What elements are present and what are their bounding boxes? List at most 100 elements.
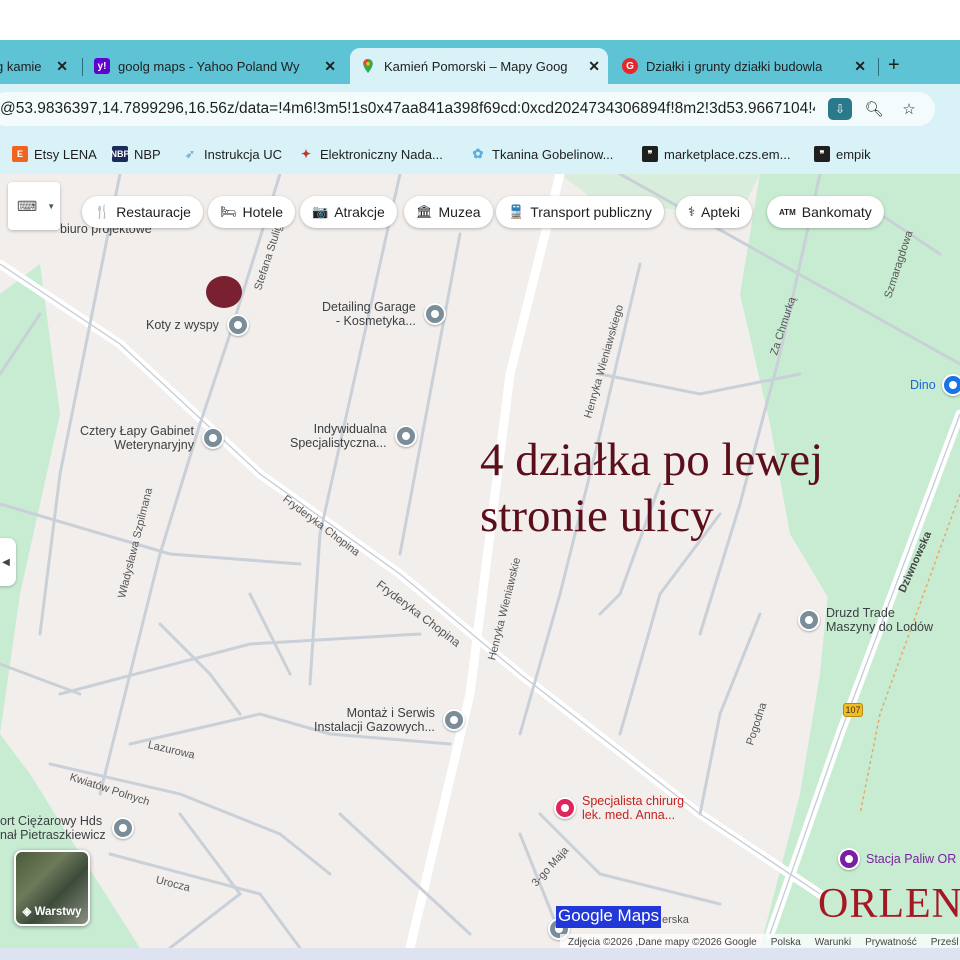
chip-label: Apteki	[701, 204, 740, 220]
tab-gratka[interactable]: G Działki i grunty działki budowla ✕	[622, 48, 874, 84]
hotel-icon: 🛏	[220, 204, 237, 219]
bookmark-instrukcja[interactable]: ➶ Instrukcja UC	[182, 144, 282, 164]
street-label: erska	[662, 914, 689, 926]
feedback-link[interactable]: Prześl	[931, 937, 959, 948]
tab-separator	[878, 58, 879, 76]
chip-atrakcje[interactable]: 📷 Atrakcje	[300, 196, 397, 228]
poi-stacja-paliw[interactable]: Stacja Paliw OR	[838, 848, 956, 870]
tab-strip: g kamie ✕ y! goolg maps - Yahoo Poland W…	[0, 40, 960, 84]
chip-label: Restauracje	[116, 204, 191, 220]
chip-muzea[interactable]: 🏛 Muzea	[404, 196, 493, 228]
camera-icon: 📷	[312, 204, 329, 219]
bookmark-marketplace[interactable]: ❞ marketplace.czs.em...	[642, 144, 790, 164]
place-pin-icon[interactable]	[226, 314, 249, 336]
train-icon: 🚆	[508, 204, 525, 219]
attribution-text: Zdjęcia ©2026 ,Dane mapy ©2026 Google	[568, 936, 757, 948]
chip-label: Muzea	[438, 204, 481, 220]
bottom-bar	[0, 948, 960, 960]
place-pin-icon[interactable]	[423, 303, 446, 325]
privacy-link[interactable]: Prywatność	[865, 937, 917, 948]
poi-label: Koty z wyspy	[146, 318, 219, 332]
close-icon[interactable]: ✕	[588, 58, 600, 75]
address-bar[interactable]: @53.9836397,14.7899296,16.56z/data=!4m6!…	[0, 92, 935, 126]
tab-yahoo[interactable]: y! goolg maps - Yahoo Poland Wy ✕	[94, 48, 344, 84]
attribution-bar: Zdjęcia ©2026 ,Dane mapy ©2026 Google Po…	[560, 934, 960, 948]
shopping-cart-icon[interactable]	[941, 374, 960, 396]
tab-google-maps[interactable]: Kamień Pomorski – Mapy Goog ✕	[350, 48, 608, 84]
bookmark-tkanina[interactable]: ✿ Tkanina Gobelinow...	[470, 144, 614, 164]
quote-icon: ❞	[814, 146, 830, 162]
url-text: @53.9836397,14.7899296,16.56z/data=!4m6!…	[0, 100, 815, 117]
keyboard-icon: ⌨	[17, 197, 38, 214]
poi-label: Detailing Garage - Kosmetyka...	[322, 300, 416, 328]
poi-detailing-garage[interactable]: Detailing Garage - Kosmetyka...	[322, 300, 446, 328]
bookmark-empik[interactable]: ❞ empik	[814, 144, 871, 164]
tab-title: g kamie	[0, 58, 42, 74]
fuel-station-icon[interactable]	[838, 848, 860, 870]
chip-hotele[interactable]: 🛏 Hotele	[208, 196, 295, 228]
collapse-side-panel-button[interactable]: ◀	[0, 538, 16, 586]
poi-label: Montaż i Serwis Instalacji Gazowych...	[314, 706, 435, 734]
terms-link[interactable]: Warunki	[815, 937, 851, 948]
bird-icon: ➶	[184, 147, 196, 161]
annotation-line-1: 4 działka po lewej	[480, 434, 824, 486]
install-app-icon[interactable]: ⇩	[828, 98, 852, 120]
bookmark-label: Tkanina Gobelinow...	[492, 146, 614, 162]
chip-apteki[interactable]: ⚕ Apteki	[676, 196, 752, 228]
poi-montaz-serwis[interactable]: Montaż i Serwis Instalacji Gazowych...	[314, 706, 465, 734]
tab-google-search[interactable]: g kamie ✕	[0, 48, 76, 84]
close-icon[interactable]: ✕	[854, 58, 866, 75]
place-pin-icon[interactable]	[111, 817, 134, 839]
tab-title: Kamień Pomorski – Mapy Goog	[384, 58, 568, 74]
quote-icon: ❞	[642, 146, 658, 162]
bookmark-label: Etsy LENA	[34, 146, 97, 162]
poi-indywidualna[interactable]: Indywidualna Specjalistyczna...	[290, 422, 417, 450]
place-pin-icon[interactable]	[798, 609, 820, 631]
bookmark-etsy[interactable]: E Etsy LENA	[12, 144, 97, 164]
gratka-icon: G	[622, 58, 638, 74]
tab-title: Działki i grunty działki budowla	[646, 58, 823, 74]
keyboard-shortcuts-button[interactable]: ⌨ ▼	[8, 182, 60, 230]
chip-transport-publiczny[interactable]: 🚆 Transport publiczny	[496, 196, 664, 228]
poi-specjalista-chirurg[interactable]: Specjalista chirurg lek. med. Anna...	[554, 794, 684, 822]
place-pin-icon[interactable]	[201, 427, 224, 449]
poi-dino[interactable]: Dino	[910, 374, 960, 396]
place-pin-icon[interactable]	[394, 425, 417, 447]
eagle-icon: ✦	[300, 147, 312, 161]
zoom-icon[interactable]: 🔍︎	[862, 98, 886, 120]
layers-text: Warstwy	[34, 906, 82, 918]
annotation-line-2: stronie ulicy	[480, 490, 714, 542]
close-icon[interactable]: ✕	[324, 58, 336, 75]
poi-transport-hds[interactable]: ort Ciężarowy Hds nał Pietraszkiewicz	[0, 814, 134, 842]
layers-button[interactable]: ◈ Warstwy	[14, 850, 90, 926]
etsy-icon: E	[12, 146, 28, 162]
chip-bankomaty[interactable]: ATM Bankomaty	[767, 196, 884, 228]
new-tab-button[interactable]: +	[888, 54, 900, 77]
bookmark-nadawca[interactable]: ✦ Elektroniczny Nada...	[298, 144, 443, 164]
bookmark-label: NBP	[134, 146, 161, 162]
layers-icon: ◈	[22, 906, 32, 918]
bookmarks-bar: E Etsy LENA NBP NBP ➶ Instrukcja UC ✦ El…	[0, 134, 960, 174]
pharmacy-icon: ⚕	[688, 204, 696, 219]
close-icon[interactable]: ✕	[56, 58, 68, 75]
country-link[interactable]: Polska	[771, 937, 801, 948]
poi-cztery-lapy[interactable]: Cztery Łapy Gabinet Weterynaryjny	[80, 424, 224, 452]
scribble-marker	[206, 276, 242, 308]
map-canvas[interactable]: Stefana Stulig Henryka Wieniawskiego Za …	[0, 174, 960, 948]
chip-restauracje[interactable]: 🍴 Restauracje	[82, 196, 203, 228]
map-base-layer	[0, 174, 960, 948]
place-pin-icon[interactable]	[442, 709, 465, 731]
poi-label: Indywidualna Specjalistyczna...	[290, 422, 387, 450]
layers-label: ◈ Warstwy	[16, 904, 88, 918]
medical-icon[interactable]	[554, 797, 576, 819]
poi-koty-z-wyspy[interactable]: Koty z wyspy	[146, 314, 249, 336]
bookmark-label: Elektroniczny Nada...	[320, 146, 443, 162]
chip-label: Bankomaty	[801, 204, 872, 220]
restaurant-icon: 🍴	[94, 204, 111, 219]
bookmark-nbp[interactable]: NBP NBP	[111, 144, 161, 164]
bookmark-star-icon[interactable]: ☆	[897, 98, 921, 120]
poi-druzd-trade[interactable]: Druzd Trade Maszyny do Lodów	[798, 606, 933, 634]
chevron-down-icon: ▼	[47, 201, 56, 211]
chevron-left-icon: ◀	[2, 556, 10, 568]
poi-label: Cztery Łapy Gabinet Weterynaryjny	[80, 424, 194, 452]
